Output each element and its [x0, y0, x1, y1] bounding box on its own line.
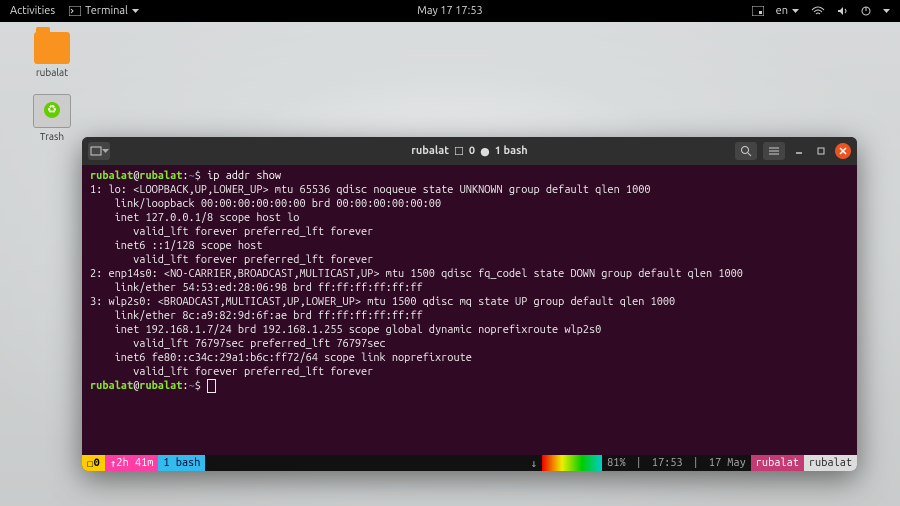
prompt-host: rubalat — [139, 170, 182, 182]
entered-command: ip addr show — [207, 170, 281, 182]
output-line: valid_lft forever preferred_lft forever — [90, 254, 373, 266]
terminal-icon — [69, 6, 81, 16]
close-icon — [838, 146, 848, 156]
prompt-user: rubalat — [90, 380, 133, 392]
volume-icon[interactable] — [837, 6, 849, 16]
trash-label: Trash — [22, 131, 82, 142]
byobu-status-bar: ☐0 ↑ 2h 41m 1 bash ↓ 81% | 17:53 | 17 Ma… — [82, 455, 857, 471]
status-date: 17 May — [704, 455, 751, 471]
menu-button[interactable] — [763, 142, 785, 160]
status-load-bar — [542, 455, 602, 471]
current-app-menu[interactable]: Terminal — [69, 5, 139, 17]
minimize-icon — [794, 146, 804, 156]
output-line: 1: lo: <LOOPBACK,UP,LOWER_UP> mtu 65536 … — [90, 184, 651, 196]
terminal-output[interactable]: rubalat@rubalat:~$ ip addr show 1: lo: <… — [82, 165, 857, 455]
activities-button[interactable]: Activities — [10, 5, 55, 17]
status-sep: | — [688, 455, 704, 471]
output-line: link/ether 8c:a9:82:9d:6f:ae brd ff:ff:f… — [90, 310, 423, 322]
desktop-trash[interactable]: ♻ Trash — [22, 94, 82, 142]
window-title: rubalat ☐0 ●1 bash — [411, 145, 527, 158]
current-app-label: Terminal — [85, 5, 128, 17]
output-line: valid_lft forever preferred_lft forever — [90, 366, 373, 378]
desktop-folder-rubalat[interactable]: rubalat — [22, 32, 82, 78]
language-indicator[interactable]: en — [776, 5, 799, 17]
minimize-button[interactable] — [791, 143, 807, 159]
window-titlebar[interactable]: rubalat ☐0 ●1 bash — [82, 137, 857, 165]
output-line: 2: enp14s0: <NO-CARRIER,BROADCAST,MULTIC… — [90, 268, 743, 280]
folder-label: rubalat — [22, 67, 82, 78]
output-line: link/ether 54:53:ed:28:06:98 brd ff:ff:f… — [90, 282, 423, 294]
wifi-icon[interactable] — [811, 6, 825, 16]
output-line: inet6 fe80::c34c:29a1:b6c:ff72/64 scope … — [90, 352, 472, 364]
terminal-window: rubalat ☐0 ●1 bash rubalat@rubalat:~$ ip… — [82, 137, 857, 471]
new-tab-button[interactable] — [88, 142, 110, 160]
search-icon — [740, 145, 752, 157]
status-user: rubalat — [751, 455, 804, 471]
status-sep: | — [631, 455, 647, 471]
chevron-down-icon[interactable] — [883, 9, 890, 14]
output-line: valid_lft 76797sec preferred_lft 76797se… — [90, 338, 386, 350]
trash-icon: ♻ — [33, 94, 71, 128]
status-window-number[interactable]: ☐0 — [82, 455, 105, 471]
cursor — [207, 379, 216, 393]
output-line: inet 192.168.1.7/24 brd 192.168.1.255 sc… — [90, 324, 601, 336]
status-arrow: ↓ — [526, 455, 543, 471]
chevron-down-icon — [102, 149, 109, 154]
output-line: inet 127.0.0.1/8 scope host lo — [90, 212, 299, 224]
chevron-down-icon — [792, 9, 799, 14]
chevron-down-icon — [132, 9, 139, 14]
maximize-button[interactable] — [813, 143, 829, 159]
output-line: link/loopback 00:00:00:00:00:00 brd 00:0… — [90, 198, 441, 210]
clock[interactable]: May 17 17:53 — [417, 5, 482, 17]
folder-icon — [34, 32, 70, 64]
prompt-host: rubalat — [139, 380, 182, 392]
screenshot-icon[interactable] — [752, 6, 764, 16]
top-panel: Activities Terminal May 17 17:53 en — [0, 0, 900, 22]
output-line: inet6 ::1/128 scope host — [90, 240, 262, 252]
status-load-pct: 81% — [602, 455, 630, 471]
power-icon[interactable] — [861, 6, 871, 16]
hamburger-icon — [768, 146, 780, 156]
search-button[interactable] — [735, 142, 757, 160]
status-uptime: ↑ 2h 41m — [105, 455, 159, 471]
status-session[interactable]: 1 bash — [158, 455, 205, 471]
new-tab-icon — [90, 146, 102, 156]
output-line: valid_lft forever preferred_lft forever — [90, 226, 373, 238]
maximize-icon — [816, 146, 826, 156]
output-line: 3: wlp2s0: <BROADCAST,MULTICAST,UP,LOWER… — [90, 296, 675, 308]
status-host: rubalat — [804, 455, 857, 471]
prompt-user: rubalat — [90, 170, 133, 182]
close-button[interactable] — [835, 143, 851, 159]
status-time: 17:53 — [647, 455, 688, 471]
